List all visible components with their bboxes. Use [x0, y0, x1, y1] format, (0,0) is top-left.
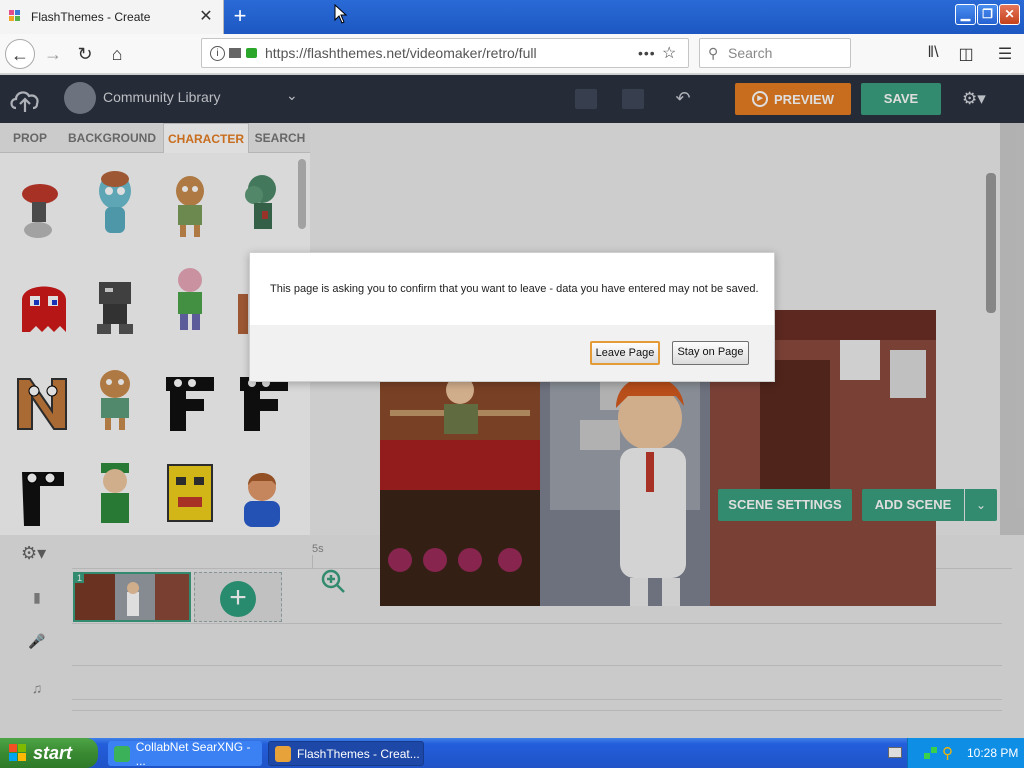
- window-maximize-button[interactable]: ❐: [977, 4, 998, 25]
- forward-arrow-icon[interactable]: →: [38, 39, 68, 69]
- dialog-footer: Leave Page Stay on Page: [250, 325, 774, 381]
- start-label: start: [33, 742, 73, 763]
- new-tab-button[interactable]: +: [228, 5, 252, 29]
- taskbar-item-label: CollabNet SearXNG - ...: [135, 739, 251, 768]
- address-bar[interactable]: i https://flashthemes.net/videomaker/ret…: [201, 38, 689, 68]
- url-text[interactable]: https://flashthemes.net/videomaker/retro…: [265, 45, 638, 61]
- tab-close-icon[interactable]: ✕: [197, 8, 215, 26]
- bookmark-star-icon[interactable]: ☆: [662, 43, 688, 63]
- site-info-icon[interactable]: i: [210, 45, 225, 61]
- browser-tab-flashthemes[interactable]: FlashThemes - Create ✕: [0, 0, 224, 34]
- search-placeholder: Search: [728, 45, 773, 61]
- back-arrow-icon[interactable]: ←: [5, 39, 35, 69]
- flashthemes-icon: [275, 745, 291, 762]
- windows-logo-icon: [9, 744, 27, 762]
- search-icon[interactable]: ⚲: [942, 744, 953, 762]
- browser-icon: [114, 745, 130, 762]
- taskbar-item-flashthemes[interactable]: FlashThemes - Creat...: [268, 741, 424, 766]
- modal-overlay: [0, 75, 1024, 738]
- clock[interactable]: 10:28 PM: [967, 746, 1018, 760]
- library-icon[interactable]: ‖\: [922, 44, 944, 64]
- secure-lock-icon[interactable]: [246, 48, 257, 58]
- browser-search-input[interactable]: ⚲ Search: [699, 38, 851, 68]
- reload-icon[interactable]: ↻: [70, 39, 100, 69]
- tab-title: FlashThemes - Create: [31, 10, 151, 24]
- hamburger-menu-icon[interactable]: ☰: [994, 44, 1016, 64]
- taskbar-item-searxng[interactable]: CollabNet SearXNG - ...: [108, 739, 262, 768]
- page-actions-icon[interactable]: •••: [638, 45, 662, 61]
- window-close-button[interactable]: ✕: [999, 4, 1020, 25]
- leave-page-button[interactable]: Leave Page: [590, 341, 660, 365]
- page-permissions-icon[interactable]: [229, 48, 241, 58]
- dialog-message: This page is asking you to confirm that …: [270, 283, 759, 295]
- leave-page-dialog: This page is asking you to confirm that …: [249, 252, 775, 382]
- browser-nav-bar: ← → ↻ ⌂ i https://flashthemes.net/videom…: [0, 34, 1024, 74]
- network-icon[interactable]: [923, 745, 939, 761]
- search-icon: ⚲: [708, 44, 719, 61]
- windows-taskbar: start CollabNet SearXNG - ... FlashTheme…: [0, 738, 1024, 768]
- stay-on-page-button[interactable]: Stay on Page: [672, 341, 749, 365]
- start-button[interactable]: start: [0, 738, 98, 768]
- keyboard-icon[interactable]: [888, 747, 902, 758]
- browser-tab-bar: FlashThemes - Create ✕ + ▁ ❐ ✕: [0, 0, 1024, 34]
- window-minimize-button[interactable]: ▁: [955, 4, 976, 25]
- taskbar-item-label: FlashThemes - Creat...: [297, 746, 420, 761]
- sidebar-icon[interactable]: ◫: [955, 44, 977, 64]
- home-icon[interactable]: ⌂: [102, 39, 132, 69]
- mouse-cursor-icon: [334, 4, 348, 24]
- flashthemes-favicon-icon: [9, 10, 25, 24]
